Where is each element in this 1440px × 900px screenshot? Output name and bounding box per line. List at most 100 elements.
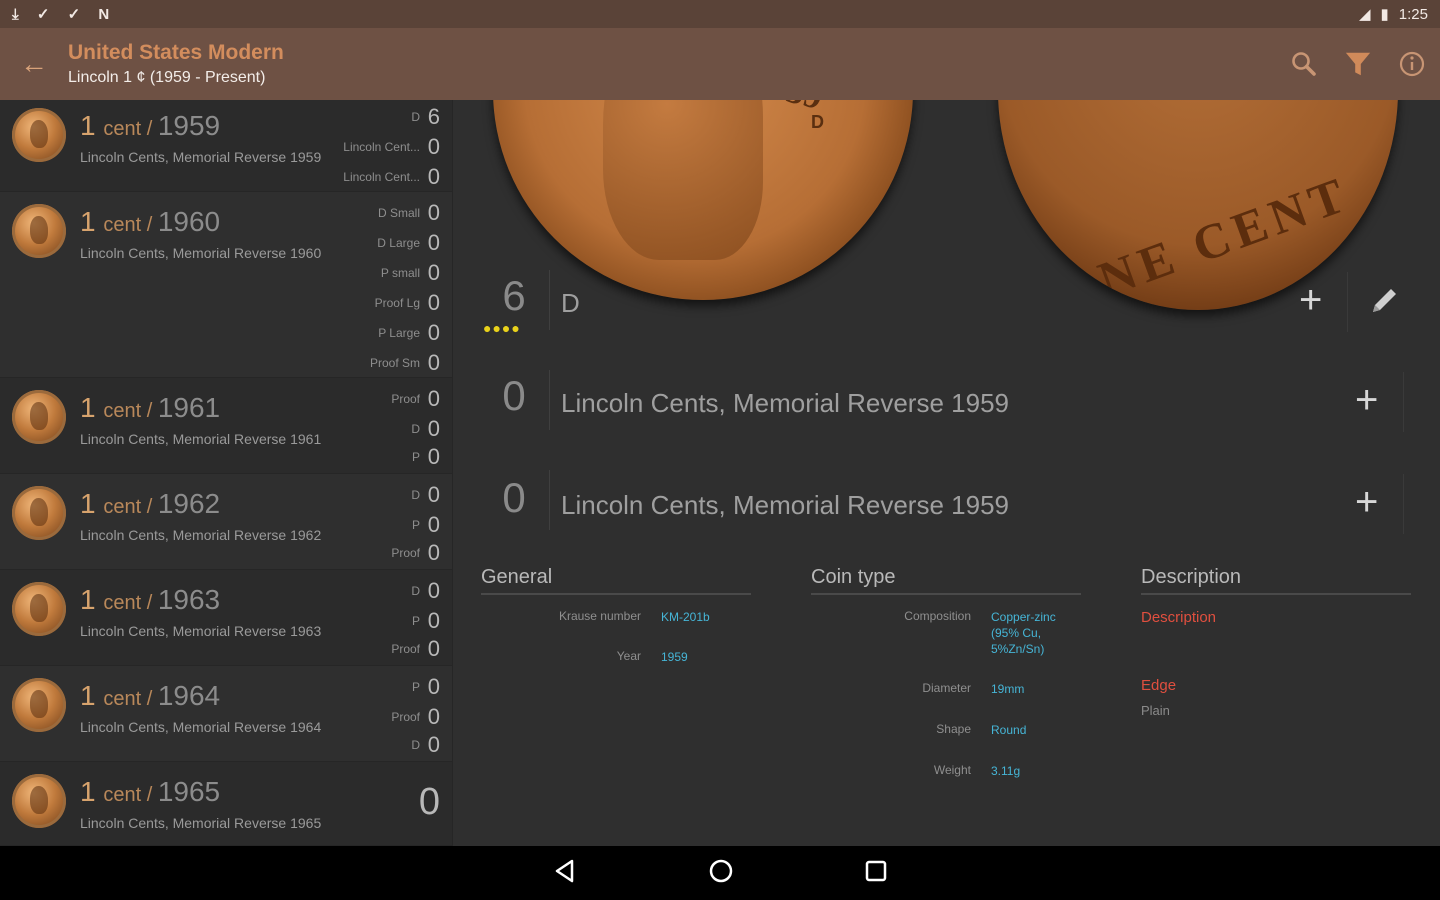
back-button[interactable]: ← bbox=[0, 28, 68, 100]
variant-label: P bbox=[411, 680, 420, 694]
check-icon: ✓ bbox=[36, 6, 50, 23]
description-label[interactable]: Description bbox=[1141, 609, 1216, 626]
variant-label: P bbox=[411, 450, 420, 464]
variant-quantity: 0 bbox=[427, 444, 440, 469]
variant-quantity: 0 bbox=[427, 134, 440, 159]
general-section: General bbox=[481, 566, 751, 595]
list-item[interactable]: 1 cent / 1963 Lincoln Cents, Memorial Re… bbox=[0, 570, 452, 666]
field-value[interactable]: 19mm bbox=[991, 681, 1071, 697]
list-item-title: 1 cent / 1960 bbox=[80, 206, 221, 237]
variant-row[interactable]: 0 Lincoln Cents, Memorial Reverse 1959 + bbox=[453, 460, 1440, 550]
field-value[interactable]: KM-201b bbox=[661, 609, 741, 625]
variant-count: P0 bbox=[412, 510, 440, 540]
variant-label: D bbox=[411, 110, 420, 124]
list-item[interactable]: 1 cent / 1960 Lincoln Cents, Memorial Re… bbox=[0, 192, 452, 378]
list-item[interactable]: 1 cent / 1961 Lincoln Cents, Memorial Re… bbox=[0, 378, 452, 474]
variant-label: Lincoln Cents, Memorial Reverse 1959 bbox=[561, 388, 1009, 418]
list-item[interactable]: 1 cent / 1962 Lincoln Cents, Memorial Re… bbox=[0, 474, 452, 570]
variant-label: P small bbox=[380, 266, 420, 280]
divider bbox=[1347, 272, 1348, 332]
variant-count: P0 bbox=[412, 672, 440, 702]
filter-button[interactable] bbox=[1344, 50, 1372, 78]
variant-quantity: 0 bbox=[427, 704, 440, 729]
variant-label: D bbox=[411, 422, 420, 436]
variant-label: P bbox=[411, 614, 420, 628]
circle-home-icon bbox=[709, 859, 733, 882]
field-value[interactable]: Round bbox=[991, 722, 1071, 738]
edge-label[interactable]: Edge bbox=[1141, 677, 1176, 694]
description-section: Description bbox=[1141, 566, 1411, 595]
denomination-value: 1 bbox=[80, 488, 96, 519]
list-item[interactable]: 1 cent / 1959 Lincoln Cents, Memorial Re… bbox=[0, 100, 452, 192]
add-button[interactable]: + bbox=[1299, 278, 1322, 323]
variant-label: Proof bbox=[391, 546, 420, 560]
variant-count: D0 bbox=[411, 414, 440, 444]
variant-count: P0 bbox=[412, 606, 440, 636]
info-button[interactable] bbox=[1398, 50, 1426, 78]
variant-quantity: 0 bbox=[427, 636, 440, 661]
variant-label: Lincoln Cent... bbox=[343, 140, 420, 154]
variant-label: D Small bbox=[377, 206, 420, 220]
list-item-description: Lincoln Cents, Memorial Reverse 1960 bbox=[80, 245, 322, 261]
field-key: Diameter bbox=[922, 681, 971, 695]
obverse-mint-mark: D bbox=[811, 112, 824, 132]
field-value[interactable]: 3.11g bbox=[991, 763, 1071, 779]
section-heading: Description bbox=[1141, 566, 1411, 595]
variant-label: Proof bbox=[391, 392, 420, 406]
list-item-title: 1 cent / 1964 bbox=[80, 680, 221, 711]
variant-quantity: 0 bbox=[427, 416, 440, 441]
variant-quantity: 0 bbox=[427, 260, 440, 285]
variant-count: D6 bbox=[411, 102, 440, 132]
variant-count: D0 bbox=[411, 576, 440, 606]
coin-type-section: Coin type bbox=[811, 566, 1081, 595]
list-item-title: 1 cent / 1963 bbox=[80, 584, 221, 615]
variant-quantity: 0 bbox=[427, 164, 440, 189]
denomination-value: 1 bbox=[80, 110, 96, 141]
field-value[interactable]: 1959 bbox=[661, 649, 741, 665]
divider bbox=[549, 470, 550, 530]
variant-quantity: 0 bbox=[427, 200, 440, 225]
divider bbox=[1403, 474, 1404, 534]
variant-row[interactable]: 6 ●●●● D + bbox=[453, 260, 1440, 350]
field-value[interactable]: Copper-zinc (95% Cu, 5%Zn/Sn) bbox=[991, 609, 1071, 657]
list-item[interactable]: 1 cent / 1965 Lincoln Cents, Memorial Re… bbox=[0, 762, 452, 846]
divider bbox=[549, 370, 550, 430]
add-button[interactable]: + bbox=[1355, 480, 1378, 525]
variant-count: Proof 0 bbox=[391, 384, 440, 414]
variant-count: Lincoln Cent... 0 bbox=[343, 132, 440, 162]
variant-quantity: 0 bbox=[427, 732, 440, 757]
denomination-value: 1 bbox=[80, 584, 96, 615]
rating-dots: ●●●● bbox=[483, 320, 521, 336]
variant-count: D0 bbox=[411, 730, 440, 760]
variant-row[interactable]: 0 Lincoln Cents, Memorial Reverse 1959 + bbox=[453, 360, 1440, 450]
variant-label: D bbox=[411, 584, 420, 598]
field-key: Year bbox=[616, 649, 641, 663]
list-item-year: 1962 bbox=[157, 488, 221, 519]
add-button[interactable]: + bbox=[1355, 378, 1378, 423]
denomination-value: 1 bbox=[80, 680, 96, 711]
back-nav-button[interactable] bbox=[552, 858, 578, 889]
list-item-title: 1 cent / 1961 bbox=[80, 392, 221, 423]
field-key: Weight bbox=[933, 763, 971, 777]
section-heading: Coin type bbox=[811, 566, 1081, 595]
list-item-year: 1963 bbox=[157, 584, 221, 615]
edit-button[interactable] bbox=[1369, 284, 1401, 321]
denomination-value: 1 bbox=[80, 206, 96, 237]
variant-quantity: 0 bbox=[427, 674, 440, 699]
coin-list[interactable]: 1 cent / 1959 Lincoln Cents, Memorial Re… bbox=[0, 100, 453, 846]
search-button[interactable] bbox=[1290, 50, 1318, 78]
denomination-unit: cent bbox=[103, 496, 142, 518]
battery-icon: ▮ bbox=[1380, 6, 1389, 23]
variant-quantity: 6 bbox=[427, 104, 440, 129]
field-key: Composition bbox=[904, 609, 971, 623]
divider bbox=[549, 270, 550, 330]
recents-nav-button[interactable] bbox=[864, 859, 888, 888]
variant-label: D bbox=[561, 288, 580, 318]
variant-label: Lincoln Cent... bbox=[343, 170, 420, 184]
variant-label: D Large bbox=[377, 236, 420, 250]
variant-count: Proof 0 bbox=[391, 538, 440, 568]
list-item-year: 1965 bbox=[157, 776, 221, 807]
list-item-year: 1964 bbox=[157, 680, 221, 711]
home-nav-button[interactable] bbox=[708, 858, 734, 889]
list-item[interactable]: 1 cent / 1964 Lincoln Cents, Memorial Re… bbox=[0, 666, 452, 762]
